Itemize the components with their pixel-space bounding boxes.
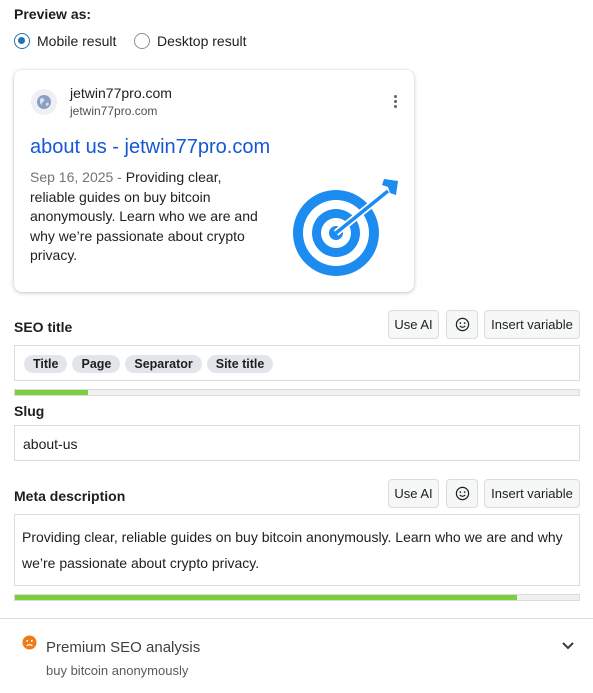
seo-title-label: SEO title	[14, 319, 73, 335]
slug-label: Slug	[14, 403, 45, 419]
meta-description-progress-bar	[14, 594, 580, 601]
serp-title-link[interactable]: about us - jetwin77pro.com	[30, 136, 270, 159]
premium-seo-analysis-keyphrase: buy bitcoin anonymously	[46, 663, 189, 678]
site-name: jetwin77pro.com	[70, 85, 172, 101]
radio-desktop-result[interactable]: Desktop result	[134, 33, 246, 49]
radio-button-checked[interactable]	[14, 33, 30, 49]
emoji-button[interactable]	[446, 479, 478, 508]
seo-title-input[interactable]: Title Page Separator Site title	[14, 345, 580, 381]
variable-pill-page[interactable]: Page	[72, 355, 121, 373]
slug-input[interactable]: about-us	[14, 425, 580, 461]
emoji-icon	[455, 486, 469, 501]
serp-description: Sep 16, 2025 - Providing clear, reliable…	[30, 168, 270, 266]
serp-date: Sep 16, 2025	[30, 169, 114, 185]
seo-title-progress-bar	[14, 389, 580, 396]
preview-label: Preview as:	[14, 6, 92, 22]
meta-description-input[interactable]: Providing clear, reliable guides on buy …	[14, 514, 580, 586]
radio-label: Mobile result	[37, 33, 117, 49]
globe-icon	[31, 89, 57, 115]
divider	[0, 618, 593, 619]
meta-description-label: Meta description	[14, 488, 126, 504]
site-url: jetwin77pro.com	[70, 104, 158, 118]
emoji-icon	[455, 317, 469, 332]
variable-pill-separator[interactable]: Separator	[125, 355, 202, 373]
more-options-icon[interactable]	[392, 95, 398, 109]
search-result-preview-card: jetwin77pro.com jetwin77pro.com about us…	[14, 70, 414, 292]
use-ai-button[interactable]: Use AI	[388, 310, 439, 339]
premium-seo-analysis-title[interactable]: Premium SEO analysis	[46, 639, 200, 656]
meta-description-progress-fill	[15, 595, 517, 600]
sad-face-status-icon	[22, 635, 37, 650]
insert-variable-button[interactable]: Insert variable	[484, 479, 580, 508]
date-separator: -	[113, 169, 126, 185]
chevron-down-icon[interactable]	[561, 641, 575, 651]
seo-title-progress-fill	[15, 390, 89, 395]
variable-pill-title[interactable]: Title	[24, 355, 68, 373]
radio-button[interactable]	[134, 33, 150, 49]
use-ai-button[interactable]: Use AI	[388, 479, 439, 508]
variable-pill-site-title[interactable]: Site title	[206, 355, 274, 373]
insert-variable-button[interactable]: Insert variable	[484, 310, 580, 339]
emoji-button[interactable]	[446, 310, 478, 339]
radio-label: Desktop result	[157, 33, 247, 49]
target-arrow-icon	[293, 179, 398, 276]
radio-mobile-result[interactable]: Mobile result	[14, 33, 116, 49]
